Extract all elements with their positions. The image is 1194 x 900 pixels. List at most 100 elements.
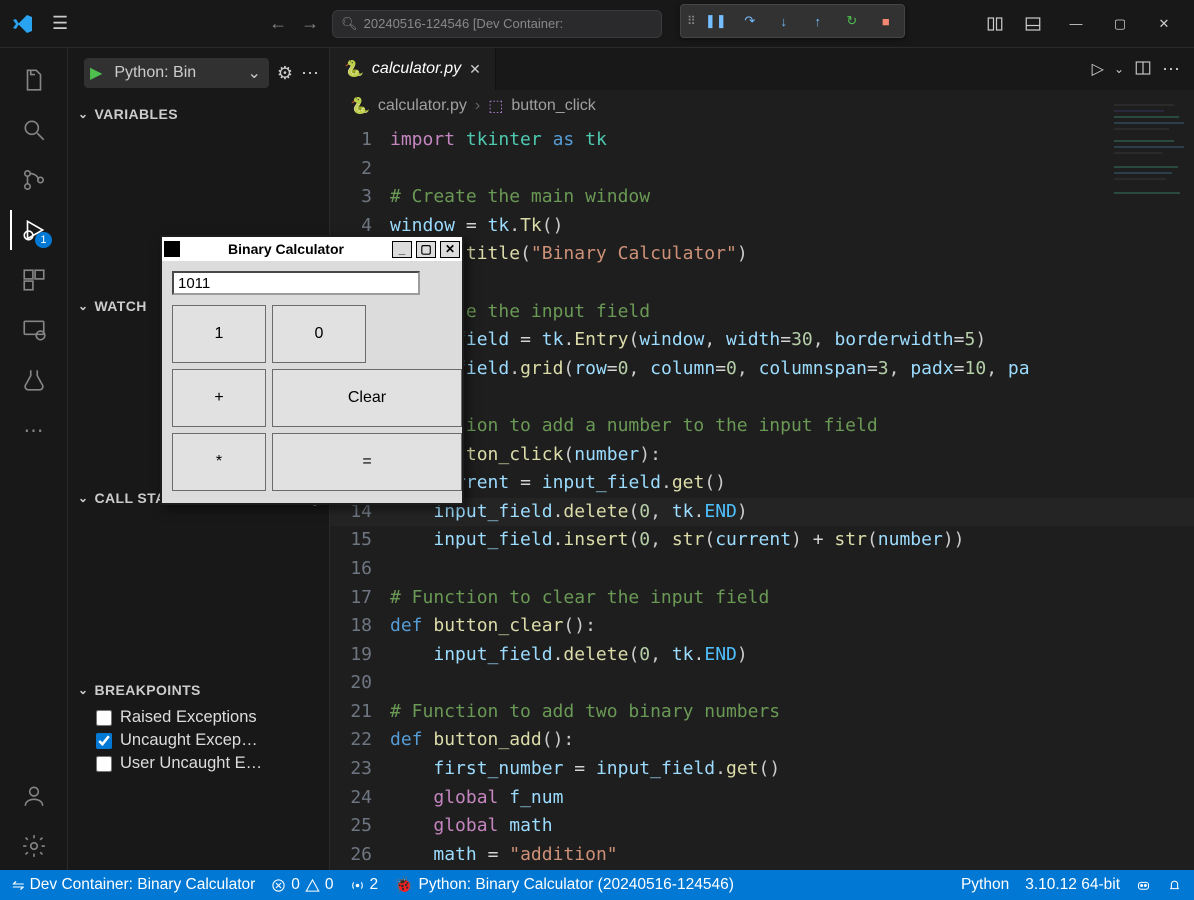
tab-filename: calculator.py [372, 60, 461, 78]
activity-remote-icon[interactable] [10, 306, 58, 354]
calc-close-button[interactable]: ✕ [440, 241, 460, 258]
code-line[interactable]: first_number = input_field.get() [390, 755, 1194, 784]
activity-settings-icon[interactable] [10, 822, 58, 870]
more-icon[interactable]: ⋯ [301, 63, 319, 84]
window-close-button[interactable]: ✕ [1142, 7, 1186, 41]
code-line[interactable]: def button_clear(): [390, 612, 1194, 641]
status-copilot-icon[interactable] [1128, 878, 1159, 893]
status-notifications-icon[interactable] [1159, 878, 1190, 893]
code-line[interactable] [390, 555, 1194, 584]
debug-pause-button[interactable]: ❚❚ [704, 9, 728, 33]
code-line[interactable]: # Create the input field [390, 298, 1194, 327]
code-line[interactable]: global math [390, 812, 1194, 841]
breakpoint-item[interactable]: Uncaught Excep… [68, 729, 329, 752]
command-center-search[interactable]: 🔍︎ 20240516-124546 [Dev Container: [332, 10, 662, 38]
activity-debug-icon[interactable]: 1 [10, 206, 58, 254]
activity-testing-icon[interactable] [10, 356, 58, 404]
code-line[interactable]: window = tk.Tk() [390, 212, 1194, 241]
hamburger-menu-icon[interactable]: ☰ [44, 9, 76, 38]
activity-scm-icon[interactable] [10, 156, 58, 204]
debug-restart-button[interactable]: ↻ [840, 9, 864, 33]
calc-button-1[interactable]: 1 [172, 305, 266, 363]
code-line[interactable]: math = "addition" [390, 841, 1194, 870]
breadcrumbs[interactable]: 🐍 calculator.py › ⬚ button_click [330, 90, 1194, 122]
nav-back-button[interactable]: ← [264, 10, 292, 38]
split-editor-icon[interactable] [1134, 59, 1152, 80]
calc-button-0[interactable]: 0 [272, 305, 366, 363]
calculator-display[interactable]: 1011 [172, 271, 420, 295]
editor-run-button[interactable]: ▷ [1092, 59, 1104, 79]
debug-step-out-button[interactable]: ↑ [806, 9, 830, 33]
breakpoint-checkbox[interactable] [96, 710, 112, 726]
breadcrumb-symbol[interactable]: button_click [511, 97, 596, 115]
code-line[interactable]: input_field = tk.Entry(window, width=30,… [390, 326, 1194, 355]
code-line[interactable]: def button_click(number): [390, 441, 1194, 470]
code-line[interactable]: # Function to add two binary numbers [390, 698, 1194, 727]
activity-account-icon[interactable] [10, 772, 58, 820]
code-line[interactable]: window.title("Binary Calculator") [390, 240, 1194, 269]
section-watch-label: WATCH [94, 298, 146, 314]
calc-minimize-button[interactable]: _ [392, 241, 412, 258]
calc-button-eq-label: = [362, 453, 371, 471]
window-minimize-button[interactable]: — [1054, 7, 1098, 41]
status-language[interactable]: Python [953, 876, 1017, 894]
minimap[interactable] [1106, 96, 1190, 396]
code-line[interactable] [390, 669, 1194, 698]
drag-handle-icon[interactable]: ⠿ [687, 14, 694, 28]
calculator-window[interactable]: Binary Calculator _ ▢ ✕ 1011 1 0 + Clear… [160, 235, 464, 505]
calc-button-clear[interactable]: Clear [272, 369, 462, 427]
calc-maximize-button[interactable]: ▢ [416, 241, 436, 258]
debug-step-over-button[interactable]: ↷ [738, 9, 762, 33]
code-line[interactable] [390, 269, 1194, 298]
breadcrumb-file[interactable]: calculator.py [378, 97, 467, 115]
code-line[interactable]: # Function to clear the input field [390, 584, 1194, 613]
code-line[interactable]: input_field.delete(0, tk.END) [390, 498, 1194, 527]
code-line[interactable] [390, 155, 1194, 184]
layout-customize-icon[interactable] [978, 10, 1012, 38]
code-line[interactable]: input_field.grid(row=0, column=0, column… [390, 355, 1194, 384]
activity-explorer-icon[interactable] [10, 56, 58, 104]
code-line[interactable]: import tkinter as tk [390, 126, 1194, 155]
calculator-title-bar[interactable]: Binary Calculator _ ▢ ✕ [162, 237, 462, 261]
code-line[interactable]: input_field.delete(0, tk.END) [390, 641, 1194, 670]
breakpoint-checkbox[interactable] [96, 756, 112, 772]
nav-forward-button[interactable]: → [296, 10, 324, 38]
code-line[interactable]: # Create the main window [390, 183, 1194, 212]
status-interpreter-label: 3.10.12 64-bit [1025, 876, 1120, 894]
status-remote[interactable]: ⇋ Dev Container: Binary Calculator [4, 876, 263, 894]
code-line[interactable]: current = input_field.get() [390, 469, 1194, 498]
status-debug-target[interactable]: 🐞 Python: Binary Calculator (20240516-12… [386, 876, 742, 895]
calc-button-mul[interactable]: * [172, 433, 266, 491]
code-line[interactable]: global f_num [390, 784, 1194, 813]
window-maximize-button[interactable]: ▢ [1098, 7, 1142, 41]
activity-search-icon[interactable] [10, 106, 58, 154]
calc-button-eq[interactable]: = [272, 433, 462, 491]
calculator-title: Binary Calculator [184, 241, 388, 257]
debug-config-gear-icon[interactable]: ⚙ [277, 63, 293, 84]
debug-step-into-button[interactable]: ↓ [772, 9, 796, 33]
tab-close-button[interactable]: ✕ [469, 61, 481, 78]
debug-stop-button[interactable]: ■ [874, 9, 898, 33]
code-line[interactable]: input_field.insert(0, str(current) + str… [390, 526, 1194, 555]
code-line[interactable]: # Function to add a number to the input … [390, 412, 1194, 441]
section-breakpoints-header[interactable]: ⌄ BREAKPOINTS [68, 674, 329, 706]
more-icon[interactable]: ⋯ [1162, 59, 1180, 80]
calc-button-plus[interactable]: + [172, 369, 266, 427]
activity-more-icon[interactable]: ⋯ [10, 406, 58, 454]
section-variables-header[interactable]: ⌄ VARIABLES [68, 98, 329, 130]
status-interpreter[interactable]: 3.10.12 64-bit [1017, 876, 1128, 894]
activity-extensions-icon[interactable] [10, 256, 58, 304]
code-line[interactable] [390, 383, 1194, 412]
status-problems[interactable]: 0 0 [263, 876, 341, 894]
breakpoint-checkbox[interactable] [96, 733, 112, 749]
debug-toolbar[interactable]: ⠿ ❚❚ ↷ ↓ ↑ ↻ ■ [680, 4, 905, 38]
run-config-dropdown[interactable]: ▶ Python: Bin ⌄ [84, 58, 269, 88]
panel-toggle-icon[interactable] [1016, 10, 1050, 38]
editor-tab-active[interactable]: 🐍 calculator.py ✕ [330, 48, 496, 90]
run-play-icon[interactable]: ▶ [86, 63, 106, 83]
breakpoint-item[interactable]: Raised Exceptions [68, 706, 329, 729]
breakpoint-item[interactable]: User Uncaught E… [68, 752, 329, 775]
status-ports[interactable]: 2 [342, 876, 387, 894]
chevron-down-icon[interactable]: ⌄ [1114, 62, 1124, 76]
code-line[interactable]: def button_add(): [390, 726, 1194, 755]
